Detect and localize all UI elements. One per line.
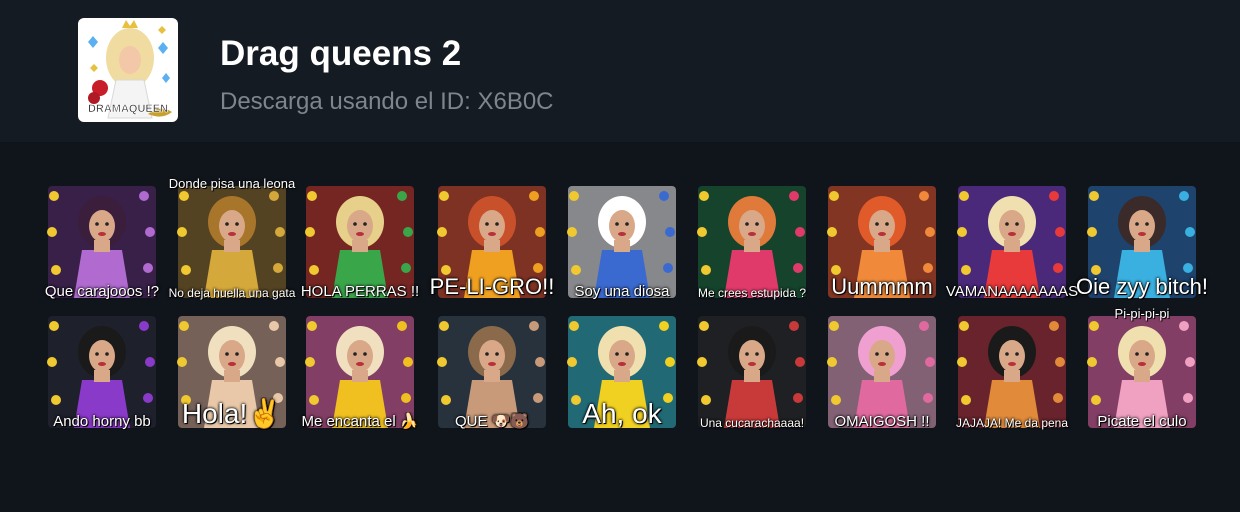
sticker-item[interactable]: Una cucarachaaaa! (690, 310, 814, 434)
sticker-caption: Picate el culo (1097, 413, 1187, 430)
sticker-caption: PE-LI-GRO!! (429, 274, 555, 299)
sticker-caption: VAMANAAAAAAAS (945, 283, 1079, 300)
sticker-item[interactable]: Ah, ok (560, 310, 684, 434)
sticker-item[interactable]: Me crees estupida ? (690, 180, 814, 304)
sticker-caption: QUE 🐶🐻 (454, 413, 530, 430)
sticker-grid: Que carajooos !? Donde pisa una leona No d… (0, 0, 1240, 512)
sticker-item[interactable]: Oie zyy bitch! (1076, 180, 1208, 304)
sticker-top-caption: Donde pisa una leona (168, 176, 296, 191)
sticker-item[interactable]: VAMANAAAAAAAS (946, 180, 1078, 304)
sticker-caption: Hola!✌ (181, 398, 283, 429)
sticker-caption: Oie zyy bitch! (1075, 274, 1209, 299)
sticker-item[interactable]: Hola!✌ (170, 310, 294, 434)
sticker-caption: Soy una diosa (574, 283, 670, 300)
sticker-item[interactable]: QUE 🐶🐻 (430, 310, 554, 434)
sticker-caption: OMAIGOSH !! (834, 413, 930, 430)
sticker-caption: HOLA PERRAS !! (300, 283, 420, 300)
sticker-caption: Uummmm (831, 274, 933, 299)
sticker-item[interactable]: Que carajooos !? (40, 180, 164, 304)
sticker-caption: Me encanta el 🍌 (301, 413, 419, 430)
sticker-item[interactable]: Donde pisa una leona No deja huella una g… (169, 176, 296, 304)
sticker-item[interactable]: Soy una diosa (560, 180, 684, 304)
sticker-item[interactable]: PE-LI-GRO!! (430, 180, 554, 304)
sticker-caption: No deja huella una gata (168, 286, 296, 300)
sticker-item[interactable]: JAJAJA! Me da pena (950, 310, 1074, 434)
sticker-item[interactable]: OMAIGOSH !! (820, 310, 944, 434)
sticker-item[interactable]: Uummmm (820, 180, 944, 304)
sticker-caption: JAJAJA! Me da pena (955, 416, 1069, 430)
sticker-caption: Ando horny bb (53, 413, 151, 430)
sticker-caption: Ah, ok (582, 398, 662, 429)
sticker-top-caption: Pi-pi-pi-pi (1114, 306, 1170, 321)
sticker-caption: Una cucarachaaaa! (699, 416, 805, 430)
sticker-item[interactable]: Pi-pi-pi-pi Picate el culo (1080, 306, 1204, 434)
sticker-item[interactable]: HOLA PERRAS !! (298, 180, 422, 304)
sticker-item[interactable]: Me encanta el 🍌 (298, 310, 422, 434)
sticker-caption: Me crees estupida ? (697, 286, 807, 300)
sticker-caption: Que carajooos !? (44, 283, 160, 300)
sticker-item[interactable]: Ando horny bb (40, 310, 164, 434)
